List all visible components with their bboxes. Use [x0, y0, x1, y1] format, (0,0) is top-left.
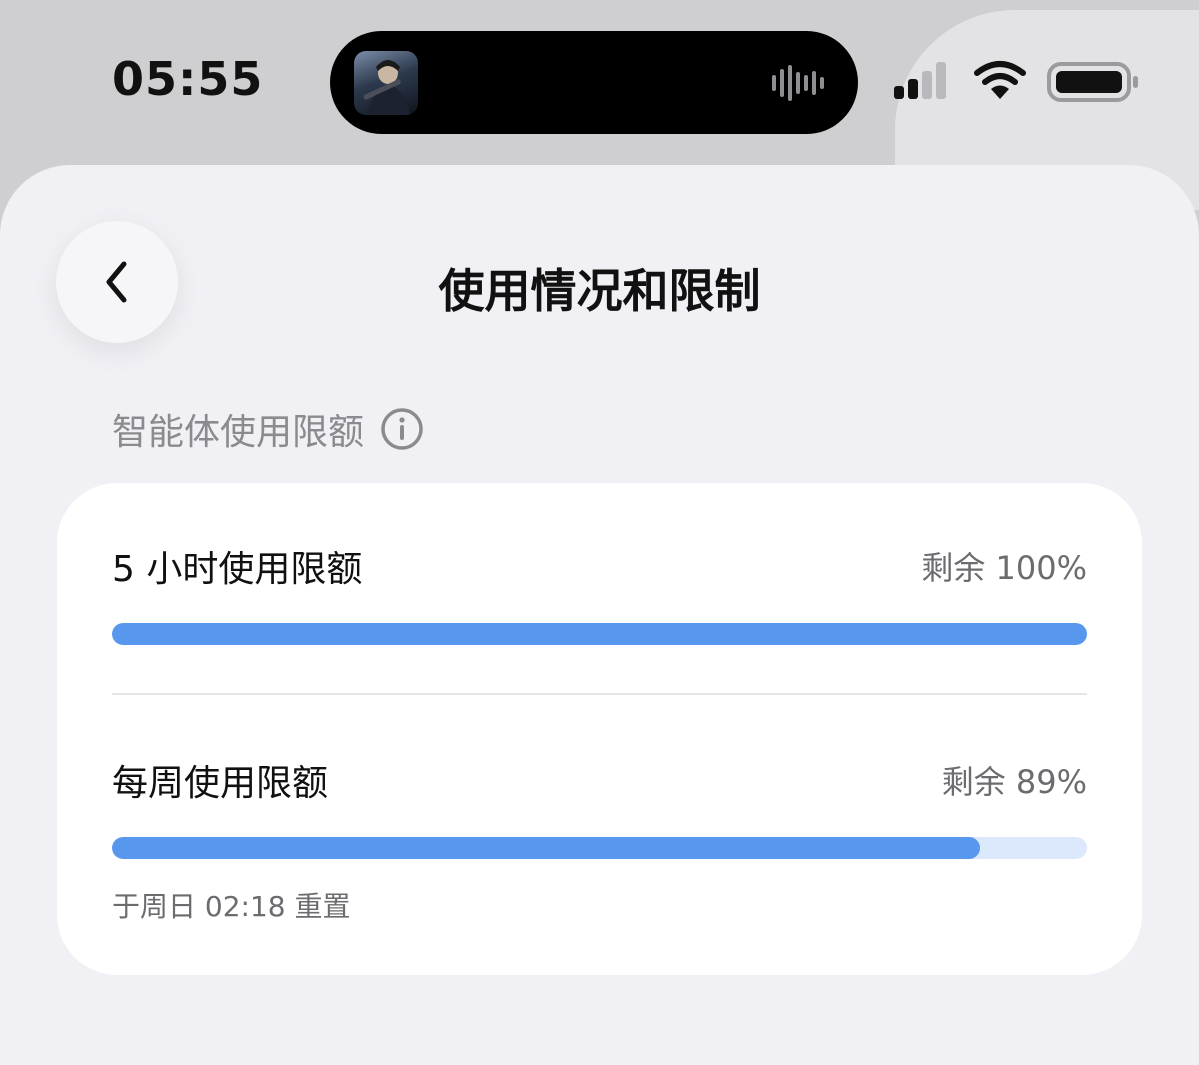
section-title: 智能体使用限额 [112, 412, 365, 453]
status-icons [890, 58, 1140, 106]
usage-card: 5 小时使用限额 剩余 100% 每周使用限额 剩余 89% 于周日 02:18… [57, 483, 1142, 975]
now-playing-artwork [354, 51, 418, 115]
cellular-signal-icon [894, 62, 946, 99]
audio-waveform-icon [772, 65, 824, 101]
progress-fill [112, 837, 980, 859]
reset-note: 于周日 02:18 重置 [112, 890, 351, 923]
battery-icon [1047, 62, 1138, 102]
limit-remaining: 剩余 89% [941, 763, 1087, 801]
section-header: 智能体使用限额 [112, 405, 424, 453]
progress-track [112, 837, 1087, 859]
limit-label: 5 小时使用限额 [112, 549, 363, 590]
info-icon[interactable] [380, 407, 424, 451]
progress-fill [112, 623, 1087, 645]
limit-remaining: 剩余 100% [921, 549, 1087, 587]
divider [112, 693, 1087, 695]
dynamic-island[interactable] [330, 31, 858, 134]
limit-label: 每周使用限额 [112, 763, 329, 804]
limit-row-weekly: 每周使用限额 剩余 89% 于周日 02:18 重置 [112, 755, 1087, 925]
wifi-icon [974, 61, 1026, 99]
page-title: 使用情况和限制 [438, 264, 761, 318]
status-bar: 05:55 [0, 0, 1199, 210]
usage-sheet: 使用情况和限制 智能体使用限额 5 小时使用限额 剩余 100% 每周使用限额 [0, 165, 1199, 1065]
status-time: 05:55 [112, 52, 264, 106]
limit-row-5-hour: 5 小时使用限额 剩余 100% [112, 541, 1087, 645]
progress-track [112, 623, 1087, 645]
